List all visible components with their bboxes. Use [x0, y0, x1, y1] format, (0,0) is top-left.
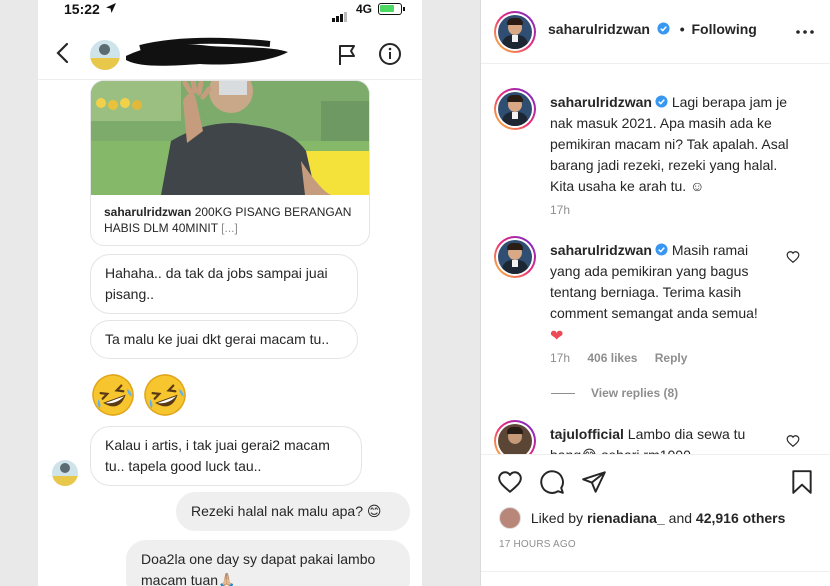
liked-by-and: and — [668, 510, 693, 526]
flag-icon[interactable] — [336, 44, 358, 66]
liked-by-prefix: Liked by — [530, 510, 584, 526]
message-bubble-sent: Doa2la one day sy dapat pakai lambo maca… — [126, 540, 410, 586]
verified-badge-icon — [655, 243, 668, 256]
comment-time: 17h — [550, 351, 571, 365]
comment-username[interactable]: saharulridzwan — [550, 242, 652, 258]
shared-post-more: [...] — [221, 221, 238, 235]
battery-icon — [378, 3, 405, 15]
signal-icon — [332, 4, 348, 22]
comment-item: tajulofficial Lambo dia sewa tu bang😂 se… — [550, 424, 776, 454]
liked-by-line: Liked by rienadiana_ and 42,916 others — [499, 507, 785, 529]
shared-post-username: saharulridzwan — [104, 205, 192, 219]
liked-by-user[interactable]: rienadiana_ — [587, 510, 665, 526]
post-header-line: saharulridzwan • Following — [548, 21, 757, 37]
post-timestamp: 17 HOURS AGO — [499, 539, 576, 550]
comment-username[interactable]: saharulridzwan — [550, 94, 652, 110]
commenter-avatar[interactable] — [494, 236, 536, 278]
replies-divider — [551, 393, 575, 395]
info-icon[interactable] — [378, 42, 402, 66]
bookmark-icon[interactable] — [789, 469, 815, 495]
liked-by-others[interactable]: 42,916 others — [696, 510, 786, 526]
message-bubble: Kalau i artis, i tak juai gerai2 macam t… — [90, 426, 362, 486]
author-username[interactable]: saharulridzwan — [548, 21, 650, 37]
status-time: 15:22 — [64, 1, 100, 17]
author-avatar[interactable] — [494, 11, 536, 53]
comment-meta: 17h — [550, 203, 570, 217]
comment-time: 17h — [550, 203, 571, 217]
comment-icon[interactable] — [539, 469, 565, 495]
shared-post-card[interactable]: saharulridzwan 200KG PISANG BERANGAN HAB… — [90, 80, 370, 246]
comments-list: saharulridzwan Lagi berapa jam je nak ma… — [481, 64, 830, 454]
verified-badge-icon — [657, 22, 670, 35]
comment-item: saharulridzwan Masih ramai yang ada pemi… — [550, 240, 776, 347]
heart-icon[interactable] — [786, 250, 800, 264]
phone-screenshot-panel: 15:22 4G saharulridzwan 200KG PISANG BER… — [0, 0, 480, 586]
more-icon[interactable] — [795, 24, 815, 40]
instagram-post-panel: saharulridzwan • Following saharulridzwa… — [480, 0, 830, 586]
instagram-dm-screen: 15:22 4G saharulridzwan 200KG PISANG BER… — [38, 0, 422, 586]
post-header: saharulridzwan • Following — [481, 0, 830, 64]
share-icon[interactable] — [581, 469, 607, 495]
shared-post-caption: saharulridzwan 200KG PISANG BERANGAN HAB… — [104, 204, 360, 236]
view-replies-label: View replies (8) — [591, 386, 679, 400]
contact-avatar[interactable] — [90, 40, 120, 70]
comment-username[interactable]: tajulofficial — [550, 426, 624, 442]
following-button[interactable]: Following — [692, 21, 757, 37]
comment-likes[interactable]: 406 likes — [587, 351, 637, 365]
message-bubble: Hahaha.. da tak da jobs sampai juai pisa… — [90, 254, 358, 314]
heart-icon[interactable] — [786, 434, 800, 448]
comment-meta: 17h 406 likes Reply — [550, 351, 687, 365]
status-bar: 15:22 4G — [38, 0, 422, 22]
view-replies-button[interactable]: View replies (8) — [551, 386, 678, 400]
redacted-name-scribble — [126, 37, 288, 66]
back-chevron-icon[interactable] — [52, 40, 74, 66]
rofl-emoji-icon — [144, 374, 186, 416]
verified-badge-icon — [655, 95, 668, 108]
commenter-avatar[interactable] — [494, 420, 536, 454]
heart-emoji: ❤ — [550, 328, 564, 345]
network-type: 4G — [356, 2, 373, 16]
heart-icon[interactable] — [497, 469, 523, 495]
contact-avatar-small — [52, 460, 78, 486]
add-comment-bar — [481, 571, 830, 586]
follow-separator: • — [679, 21, 685, 37]
location-arrow-icon — [106, 3, 116, 13]
commenter-avatar[interactable] — [494, 88, 536, 130]
post-actions: Liked by rienadiana_ and 42,916 others 1… — [481, 454, 830, 586]
chat-header — [38, 28, 422, 80]
liker-avatar — [499, 507, 521, 529]
message-bubble: Ta malu ke juai dkt gerai macam tu.. — [90, 320, 358, 359]
reply-button[interactable]: Reply — [655, 351, 688, 365]
shared-post-photo — [91, 81, 369, 195]
message-bubble-sent: Rezeki halal nak malu apa? 😊 — [176, 492, 410, 531]
rofl-emoji-icon — [92, 374, 134, 416]
comment-item: saharulridzwan Lagi berapa jam je nak ma… — [550, 92, 790, 197]
